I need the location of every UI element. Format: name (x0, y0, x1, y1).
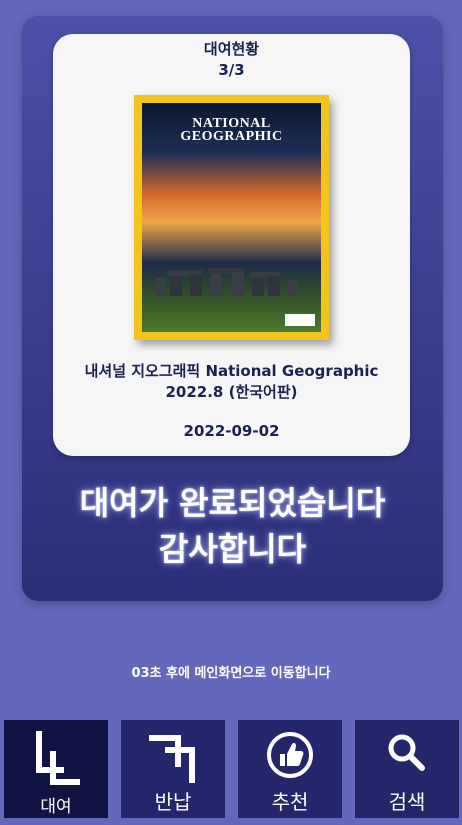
rental-card: 대여현황 3/3 NATIONAL GEOGRAPHIC 내셔널 지오그래픽 N… (53, 34, 410, 456)
nav-recommend-button[interactable]: 추천 (238, 720, 342, 818)
thanks-message: 감사합니다 (158, 530, 307, 568)
rent-icon (36, 731, 80, 785)
nav-return-label: 반납 (154, 790, 192, 814)
book-cover-image: NATIONAL GEOGRAPHIC (142, 103, 321, 332)
book-cover: NATIONAL GEOGRAPHIC (134, 95, 329, 340)
rental-status-count: 3/3 (218, 61, 245, 79)
book-title: 내셔널 지오그래픽 National Geographic (84, 362, 379, 380)
nav-rent-label: 대여 (40, 797, 72, 817)
search-icon (388, 734, 425, 771)
return-icon (149, 735, 195, 783)
cover-barcode (285, 314, 315, 326)
rental-status-label: 대여현황 (203, 40, 260, 58)
nav-return-button[interactable]: 반납 (121, 720, 225, 818)
rental-date: 2022-09-02 (183, 422, 280, 440)
completion-message: 대여가 완료되었습니다 (79, 484, 386, 522)
redirect-countdown: 03초 후에 메인화면으로 이동합니다 (131, 666, 331, 681)
nav-rent-button[interactable]: 대여 (4, 720, 108, 818)
nav-recommend-label: 추천 (271, 790, 309, 814)
cover-masthead: NATIONAL GEOGRAPHIC (180, 116, 283, 144)
thumbs-up-icon (267, 732, 313, 778)
nav-search-label: 검색 (388, 790, 426, 814)
book-edition: 2022.8 (한국어판) (165, 383, 298, 401)
stonehenge-illustration (156, 268, 298, 296)
nav-search-button[interactable]: 검색 (355, 720, 459, 818)
